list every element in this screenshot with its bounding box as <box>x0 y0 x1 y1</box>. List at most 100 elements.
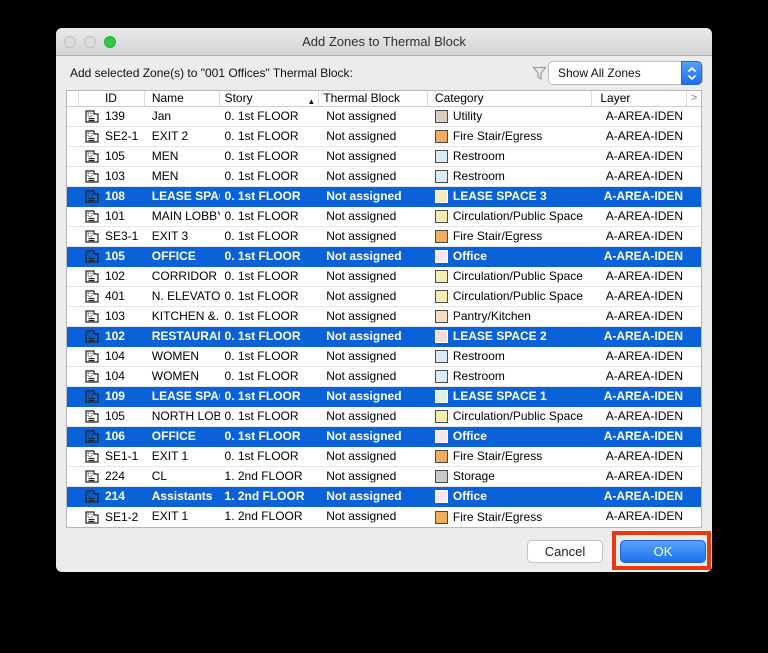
funnel-filter-icon <box>532 66 547 81</box>
row-id-cell: 102 <box>79 267 145 286</box>
zone-stamp-icon <box>85 290 99 303</box>
table-row[interactable]: SE3-1 EXIT 3 0. 1st FLOOR Not assigned F… <box>67 227 701 247</box>
zone-layer: A-AREA-IDEN <box>603 329 684 343</box>
column-header-category[interactable]: Category <box>428 91 593 107</box>
zone-category: Office <box>452 249 487 263</box>
column-header-story[interactable]: Story ▲ <box>220 91 320 107</box>
zone-layer: A-AREA-IDEN <box>605 509 684 523</box>
zone-layer: A-AREA-IDEN <box>605 369 684 383</box>
row-end-spacer <box>687 367 701 386</box>
table-row[interactable]: 109 LEASE SPACE 0. 1st FLOOR Not assigne… <box>67 387 701 407</box>
column-header-story-label: Story <box>224 91 253 105</box>
column-header-id[interactable]: ID <box>79 91 145 107</box>
table-row[interactable]: 101 MAIN LOBBY 0. 1st FLOOR Not assigned… <box>67 207 701 227</box>
zone-story: 0. 1st FLOOR <box>224 429 301 443</box>
table-row[interactable]: 104 WOMEN 0. 1st FLOOR Not assigned Rest… <box>67 367 701 387</box>
table-row[interactable]: 105 OFFICE 0. 1st FLOOR Not assigned Off… <box>67 247 701 267</box>
zone-layer: A-AREA-IDEN <box>603 389 684 403</box>
zone-category: Storage <box>452 469 495 483</box>
zone-stamp-icon <box>85 170 99 183</box>
zone-name: RESTAURAN... <box>151 329 220 343</box>
more-columns-button[interactable]: > <box>687 91 701 107</box>
zone-name: N. ELEVATO... <box>151 289 220 303</box>
zone-name: OFFICE <box>151 429 196 443</box>
zone-stamp-icon <box>85 250 99 263</box>
zone-layer: A-AREA-IDEN <box>605 169 684 183</box>
table-row[interactable]: 104 WOMEN 0. 1st FLOOR Not assigned Rest… <box>67 347 701 367</box>
row-end-spacer <box>687 447 701 466</box>
zone-category: Fire Stair/Egress <box>452 129 543 143</box>
category-color-swatch <box>434 290 448 303</box>
row-spacer-cell <box>67 147 79 166</box>
row-id-cell: 104 <box>79 367 145 386</box>
zone-category-cell: LEASE SPACE 2 <box>428 327 592 346</box>
zones-filter-dropdown-value: Show All Zones <box>558 66 641 80</box>
table-row[interactable]: 224 CL 1. 2nd FLOOR Not assigned Storage… <box>67 467 701 487</box>
zone-stamp-icon <box>85 470 99 483</box>
zone-thermal-block: Not assigned <box>326 489 402 503</box>
zone-category: Fire Stair/Egress <box>452 449 543 463</box>
table-row[interactable]: SE1-1 EXIT 1 0. 1st FLOOR Not assigned F… <box>67 447 701 467</box>
table-row[interactable]: 139 Jan 0. 1st FLOOR Not assigned Utilit… <box>67 107 701 127</box>
table-row[interactable]: SE2-1 EXIT 2 0. 1st FLOOR Not assigned F… <box>67 127 701 147</box>
zone-stamp-icon <box>85 350 99 363</box>
table-row[interactable]: 214 Assistants 1. 2nd FLOOR Not assigned… <box>67 487 701 507</box>
table-row[interactable]: 108 LEASE SPACE 0. 1st FLOOR Not assigne… <box>67 187 701 207</box>
row-end-spacer <box>687 247 701 266</box>
row-id-cell: 401 <box>79 287 145 306</box>
zone-category-cell: Office <box>428 247 592 266</box>
row-id-cell: 104 <box>79 347 145 366</box>
table-row[interactable]: 105 MEN 0. 1st FLOOR Not assigned Restro… <box>67 147 701 167</box>
zone-name: KITCHEN &... <box>151 309 220 323</box>
zone-id: 224 <box>104 469 125 483</box>
zone-category-cell: Circulation/Public Space <box>428 207 592 226</box>
category-color-swatch <box>434 490 448 503</box>
zone-category-cell: Fire Stair/Egress <box>428 127 592 146</box>
zone-id: SE2-1 <box>104 129 139 143</box>
zone-name: EXIT 1 <box>151 449 189 463</box>
zone-stamp-icon <box>85 310 99 323</box>
table-row[interactable]: 102 RESTAURAN... 0. 1st FLOOR Not assign… <box>67 327 701 347</box>
zone-story: 0. 1st FLOOR <box>224 149 299 163</box>
category-color-swatch <box>434 190 448 203</box>
zone-name: EXIT 3 <box>151 229 189 243</box>
category-color-swatch <box>434 410 448 423</box>
zone-story: 0. 1st FLOOR <box>224 409 299 423</box>
column-header-name[interactable]: Name <box>145 91 220 107</box>
category-color-swatch <box>434 270 448 283</box>
table-row[interactable]: 401 N. ELEVATO... 0. 1st FLOOR Not assig… <box>67 287 701 307</box>
zone-thermal-block: Not assigned <box>326 509 397 523</box>
table-row[interactable]: 102 CORRIDOR 0. 1st FLOOR Not assigned C… <box>67 267 701 287</box>
column-header-thermal-block[interactable]: Thermal Block <box>319 91 428 107</box>
row-id-cell: 101 <box>79 207 145 226</box>
zone-id: 106 <box>104 429 125 443</box>
ok-button[interactable]: OK <box>620 540 706 563</box>
chevron-up-down-icon <box>681 61 702 85</box>
zone-thermal-block: Not assigned <box>326 269 397 283</box>
zone-id: 214 <box>104 489 125 503</box>
table-row[interactable]: 105 NORTH LOB... 0. 1st FLOOR Not assign… <box>67 407 701 427</box>
table-header-row: ID Name Story ▲ Thermal Block Category L… <box>67 91 701 107</box>
zone-story: 0. 1st FLOOR <box>224 109 299 123</box>
table-row[interactable]: 103 KITCHEN &... 0. 1st FLOOR Not assign… <box>67 307 701 327</box>
column-header-icon[interactable] <box>67 91 79 107</box>
table-row[interactable]: 106 OFFICE 0. 1st FLOOR Not assigned Off… <box>67 427 701 447</box>
zone-category-cell: Utility <box>428 107 592 126</box>
table-row[interactable]: 103 MEN 0. 1st FLOOR Not assigned Restro… <box>67 167 701 187</box>
zone-layer: A-AREA-IDEN <box>605 349 684 363</box>
zone-id: 109 <box>104 389 125 403</box>
row-end-spacer <box>687 327 701 346</box>
row-id-cell: SE3-1 <box>79 227 145 246</box>
row-spacer-cell <box>67 407 79 426</box>
cancel-button[interactable]: Cancel <box>527 540 603 563</box>
zone-layer: A-AREA-IDEN <box>605 209 684 223</box>
zone-stamp-icon <box>85 510 99 524</box>
row-spacer-cell <box>67 347 79 366</box>
zone-layer: A-AREA-IDEN <box>605 409 684 423</box>
row-end-spacer <box>687 167 701 186</box>
titlebar[interactable]: Add Zones to Thermal Block <box>56 28 712 56</box>
zones-filter-dropdown[interactable]: Show All Zones <box>548 61 703 85</box>
row-spacer-cell <box>67 267 79 286</box>
column-header-layer[interactable]: Layer <box>592 91 688 107</box>
table-row[interactable]: SE1-2 EXIT 1 1. 2nd FLOOR Not assigned F… <box>67 507 701 527</box>
